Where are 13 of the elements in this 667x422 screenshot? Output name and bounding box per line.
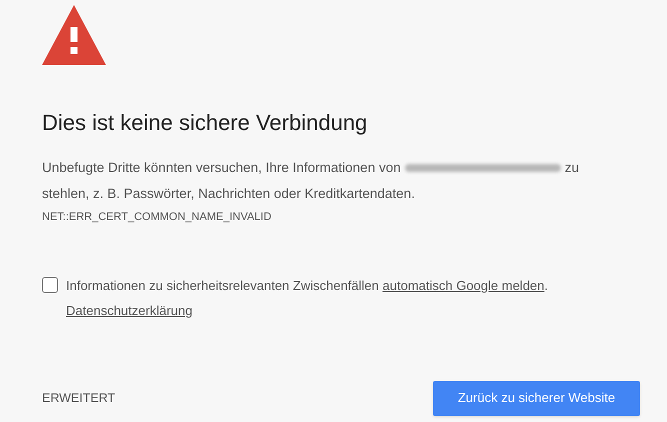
description-text: zu [564,159,579,177]
report-link[interactable]: automatisch Google melden [382,278,544,292]
description-text: stehlen, z. B. Passwörter, Nachrichten oder Kreditkartendaten. [42,185,416,203]
report-label: Informationen zu sicherheitsrelevanten Zwischenfällen [66,278,379,292]
error-code: NET::ERR_CERT_COMMON_NAME_INVALID [42,210,272,225]
advanced-button[interactable]: ERWEITERT [42,384,116,412]
period-text: . [544,278,548,292]
report-checkbox[interactable] [42,277,58,294]
privacy-link[interactable]: Datenschutzerklärung [66,301,192,320]
back-button[interactable]: Zurück zu sicherer Website [433,380,640,416]
description-text: Unbefugte Dritte könnten versuchen, Ihre Informationen von [42,159,401,177]
warning-icon [42,5,106,65]
page-title: Dies ist keine sichere Verbindung [42,109,368,137]
